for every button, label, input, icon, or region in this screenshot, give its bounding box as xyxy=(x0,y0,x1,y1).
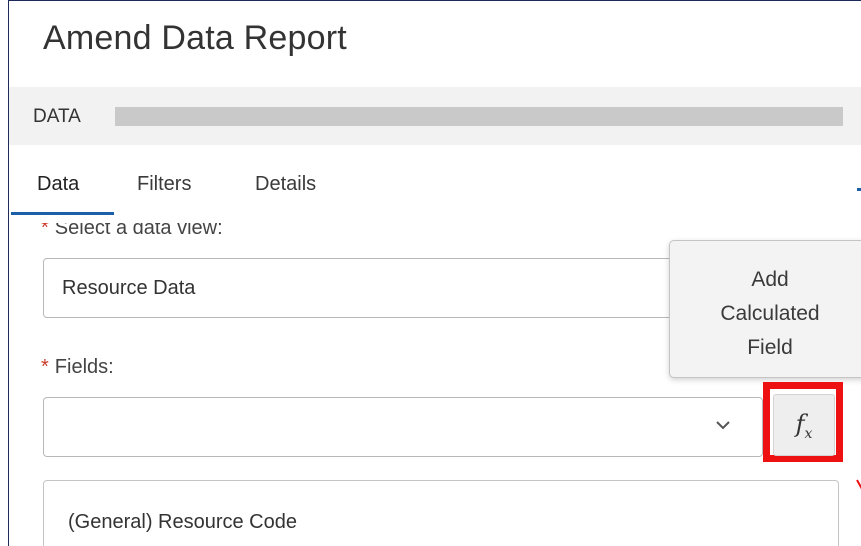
tab-details[interactable]: Details xyxy=(255,173,316,196)
tooltip-line-2: Calculated xyxy=(720,302,820,325)
progress-bar xyxy=(115,107,843,126)
scroll-indicator xyxy=(857,188,861,191)
data-section-label: DATA xyxy=(33,106,81,127)
required-marker: * xyxy=(41,217,49,239)
active-tab-indicator xyxy=(11,212,114,215)
tooltip-text: Add Calculated Field xyxy=(670,263,861,365)
data-section-header: DATA xyxy=(9,87,861,145)
selected-fields-list[interactable]: (General) Resource Code xyxy=(43,480,839,546)
page-title: Amend Data Report xyxy=(43,19,347,57)
data-view-label: * Select a data view: xyxy=(41,217,223,240)
data-view-label-text: Select a data view: xyxy=(54,217,223,239)
tab-filters[interactable]: Filters xyxy=(137,173,191,196)
fields-label-text: Fields: xyxy=(54,356,114,378)
report-window: Amend Data Report DATA ( Data Filters De… xyxy=(8,0,861,546)
list-item[interactable]: (General) Resource Code xyxy=(68,511,297,534)
chevron-down-icon[interactable] xyxy=(714,416,734,436)
function-icon: fx xyxy=(795,410,813,442)
tooltip-line-3: Field xyxy=(747,336,793,359)
add-calculated-field-button[interactable]: fx xyxy=(773,394,835,456)
tab-data[interactable]: Data xyxy=(37,173,79,196)
tooltip-line-1: Add xyxy=(751,268,789,291)
required-marker: * xyxy=(41,356,49,378)
fields-select[interactable] xyxy=(43,397,763,457)
fields-label: * Fields: xyxy=(41,356,114,379)
data-view-value: Resource Data xyxy=(62,277,196,299)
annotation-arrow-icon xyxy=(855,477,861,497)
add-calculated-field-tooltip: Add Calculated Field xyxy=(669,240,861,378)
